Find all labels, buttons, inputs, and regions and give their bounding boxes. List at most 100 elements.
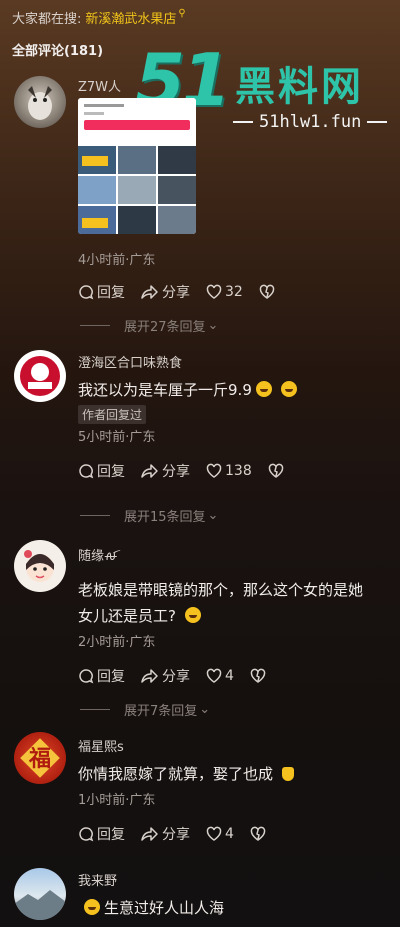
comment-text: 你情我愿嫁了就算，娶了也成 <box>78 761 400 787</box>
heart-icon <box>206 826 222 841</box>
screenshot-thumbnail <box>78 98 196 234</box>
share-icon <box>141 285 158 299</box>
share-button[interactable]: 分享 <box>141 824 190 844</box>
laughing-emoji-icon <box>255 381 272 397</box>
comment-actions: 回复 分享 4 <box>78 824 400 844</box>
comment-author[interactable]: 福星熙s <box>78 736 400 755</box>
comment-author[interactable]: 随缘ꫛ <box>78 544 400 571</box>
like-count: 32 <box>225 284 243 300</box>
like-count: 138 <box>225 463 252 479</box>
share-icon <box>141 464 158 478</box>
avatar[interactable] <box>14 350 66 402</box>
broken-heart-icon <box>250 668 266 683</box>
avatar[interactable]: 福 <box>14 732 66 784</box>
watermark-url: 51hlw1.fun <box>227 112 393 132</box>
dislike-button[interactable] <box>250 668 269 684</box>
avatar[interactable] <box>14 76 66 128</box>
like-count: 4 <box>225 668 234 684</box>
comment-text-content: 你情我愿嫁了就算，娶了也成 <box>78 765 274 783</box>
comment-text-content: 生意过好人山人海 <box>104 899 225 917</box>
share-label: 分享 <box>162 285 190 301</box>
share-label: 分享 <box>162 669 190 685</box>
like-button[interactable]: 32 <box>206 284 243 300</box>
reply-icon <box>79 669 94 684</box>
avatar-image <box>14 890 66 920</box>
share-button[interactable]: 分享 <box>141 666 190 686</box>
search-suggestion[interactable]: 大家都在搜: 新溪瀚武水果店 ⚲ <box>12 8 186 27</box>
avatar-image <box>20 356 60 396</box>
like-button[interactable]: 4 <box>206 668 234 684</box>
author-replied-badge: 作者回复过 <box>78 405 147 424</box>
svg-text:福: 福 <box>28 746 51 772</box>
comment-text-line-1: 老板娘是带眼镜的那个，那么这个女的是她 <box>78 581 364 599</box>
expand-replies[interactable]: 展开15条回复 ⌄ <box>80 506 218 525</box>
broken-heart-icon <box>259 284 275 299</box>
avatar[interactable] <box>14 540 66 592</box>
comment-time: 2小时前·广东 <box>78 635 156 650</box>
comments-count: 全部评论(181) <box>12 44 104 59</box>
watermark-url-text: 51hlw1.fun <box>259 112 362 132</box>
avatar-image <box>28 86 52 120</box>
reply-button[interactable]: 回复 <box>78 666 125 686</box>
laughing-emoji-icon <box>280 381 297 397</box>
reply-icon <box>79 464 94 479</box>
broken-heart-icon <box>250 826 266 841</box>
avatar-image <box>24 550 54 582</box>
laughing-emoji-icon <box>84 899 100 915</box>
comment-text: 老板娘是带眼镜的那个，那么这个女的是她 <box>78 577 400 603</box>
share-label: 分享 <box>162 464 190 480</box>
reply-icon <box>79 827 94 842</box>
chevron-down-icon: ⌄ <box>207 508 219 523</box>
broken-heart-icon <box>268 463 283 478</box>
comment-actions: 回复 分享 138 <box>78 461 400 481</box>
share-button[interactable]: 分享 <box>141 461 190 481</box>
reply-icon <box>79 285 94 300</box>
avatar[interactable] <box>14 868 66 920</box>
comment-author[interactable]: 澄海区合口味熟食 <box>78 352 400 371</box>
reply-button[interactable]: 回复 <box>78 282 125 302</box>
dislike-button[interactable] <box>268 463 287 479</box>
expand-label: 展开27条回复 <box>124 320 206 335</box>
share-button[interactable]: 分享 <box>141 282 190 302</box>
expand-label: 展开15条回复 <box>124 510 206 525</box>
comment-author[interactable]: 我来野 <box>78 870 400 889</box>
comment-author[interactable]: Z7W人 <box>78 76 400 95</box>
reply-label: 回复 <box>97 827 125 843</box>
comment-time: 1小时前·广东 <box>78 793 156 808</box>
like-button[interactable]: 4 <box>206 826 234 842</box>
comment-text: 生意过好人山人海 <box>78 895 400 921</box>
like-button[interactable]: 138 <box>206 463 252 479</box>
reply-button[interactable]: 回复 <box>78 461 125 481</box>
expand-replies[interactable]: 展开27条回复 ⌄ <box>80 316 218 335</box>
hand-emoji-icon <box>281 767 294 781</box>
share-label: 分享 <box>162 827 190 843</box>
heart-icon <box>206 668 222 683</box>
share-icon <box>141 827 158 841</box>
chevron-down-icon: ⌄ <box>207 318 219 333</box>
comment-actions: 回复 分享 32 <box>78 282 294 302</box>
divider <box>80 325 110 326</box>
comment-time: 4小时前·广东 <box>78 253 156 268</box>
divider <box>80 709 110 710</box>
share-icon <box>141 669 158 683</box>
comment-text-content: 我还以为是车厘子一斤9.9 <box>78 381 252 399</box>
comment-image[interactable] <box>78 98 196 234</box>
reply-label: 回复 <box>97 285 125 301</box>
reply-button[interactable]: 回复 <box>78 824 125 844</box>
comment-text: 女儿还是员工? <box>78 603 400 629</box>
chevron-down-icon: ⌄ <box>199 702 211 717</box>
laughing-emoji-icon <box>184 607 201 623</box>
search-prefix: 大家都在搜: <box>12 12 82 27</box>
expand-label: 展开7条回复 <box>124 704 198 719</box>
comment-text: 我还以为是车厘子一斤9.9 <box>78 377 400 403</box>
comment-time: 5小时前·广东 <box>78 430 156 445</box>
dislike-button[interactable] <box>259 284 278 300</box>
heart-icon <box>206 463 222 478</box>
comment-text-line-2: 女儿还是员工? <box>78 607 176 625</box>
heart-icon <box>206 284 222 299</box>
search-term[interactable]: 新溪瀚武水果店 <box>85 8 176 27</box>
divider <box>80 515 110 516</box>
expand-replies[interactable]: 展开7条回复 ⌄ <box>80 700 210 719</box>
dislike-button[interactable] <box>250 826 269 842</box>
reply-label: 回复 <box>97 464 125 480</box>
